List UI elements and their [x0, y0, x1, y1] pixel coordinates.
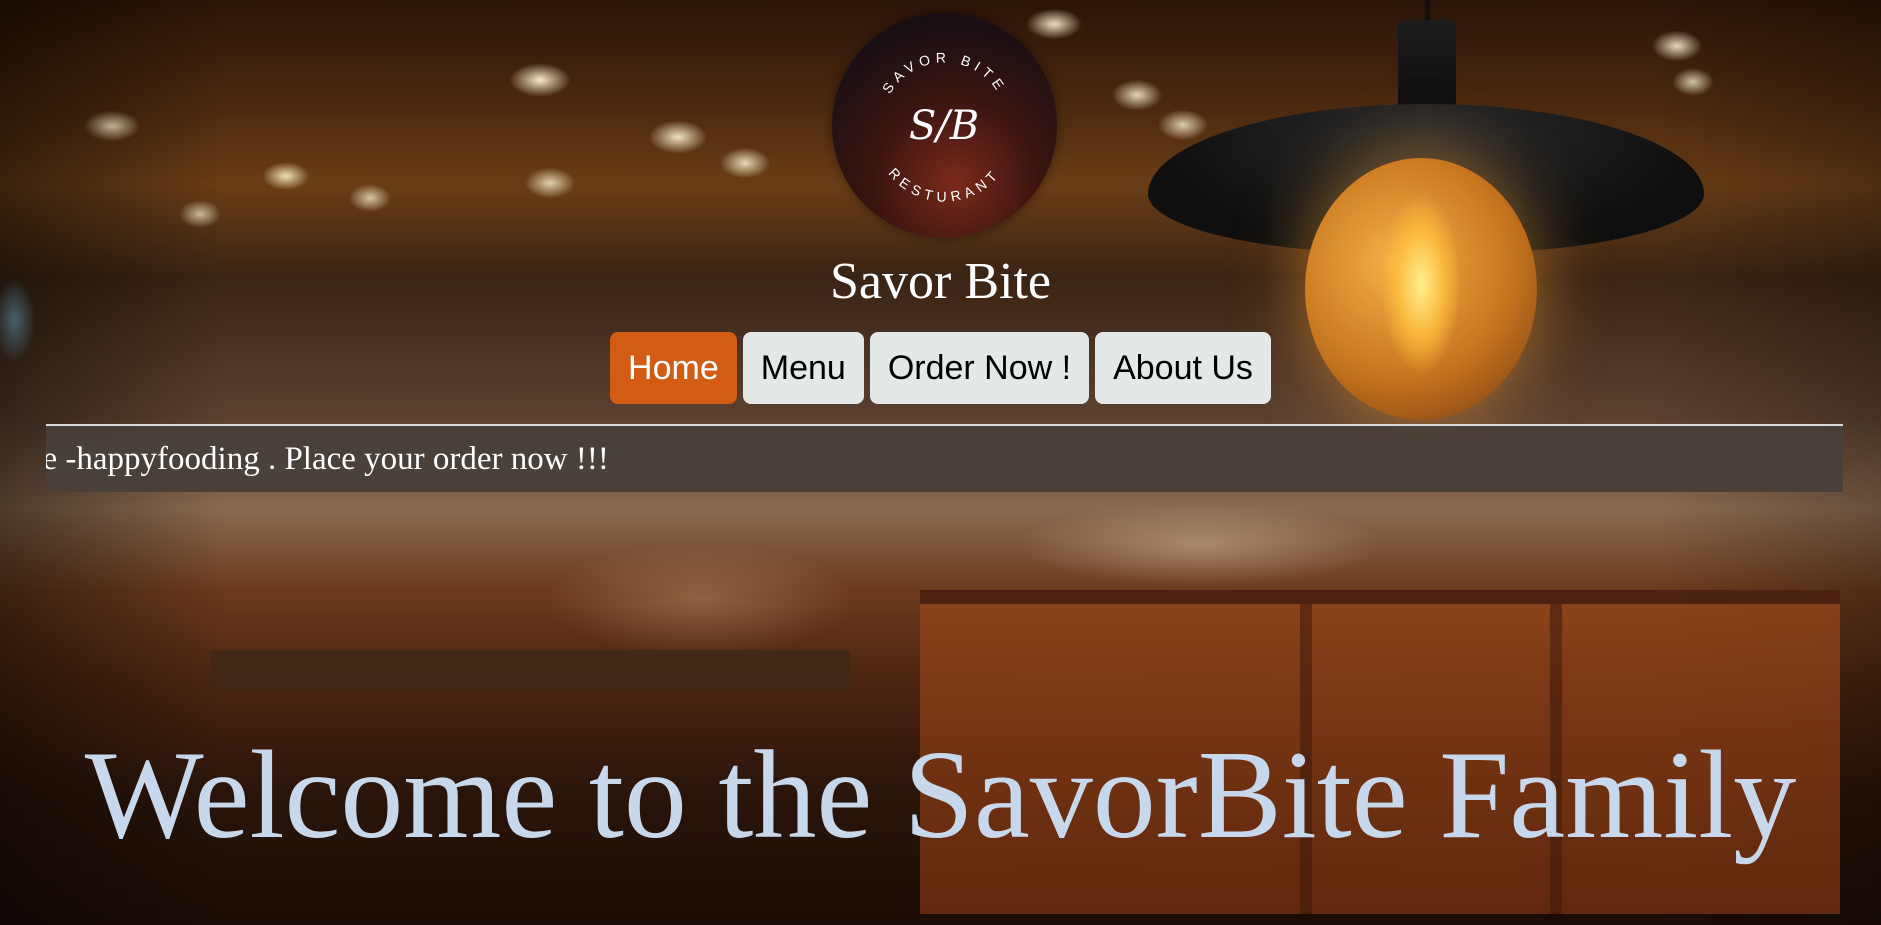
svg-text:RESTURANT: RESTURANT: [886, 165, 1004, 205]
pendant-lamp-socket: [1398, 20, 1456, 110]
nav-menu-button[interactable]: Menu: [742, 332, 864, 404]
logo-monogram: S/B: [909, 103, 979, 149]
marquee-text: de -happyfooding . Place your order now …: [46, 441, 609, 477]
announcement-marquee: de -happyfooding . Place your order now …: [46, 424, 1843, 492]
restaurant-logo[interactable]: SAVOR BITE RESTURANT S/B: [832, 13, 1057, 238]
logo-top-text: SAVOR BITE: [879, 49, 1005, 96]
logo-emblem-icon: SAVOR BITE RESTURANT S/B: [879, 49, 1010, 205]
site-title: Savor Bite: [830, 253, 1051, 310]
svg-text:SAVOR BITE: SAVOR BITE: [879, 49, 1010, 96]
background-table: [210, 650, 850, 690]
nav-home-button[interactable]: Home: [610, 332, 737, 404]
hero-heading: Welcome to the SavorBite Family: [84, 726, 1797, 865]
nav-order-now-button[interactable]: Order Now !: [869, 332, 1090, 404]
logo-bottom-text: RESTURANT: [886, 165, 999, 205]
main-nav: Home Menu Order Now ! About Us: [0, 332, 1881, 404]
nav-about-us-button[interactable]: About Us: [1095, 332, 1271, 404]
